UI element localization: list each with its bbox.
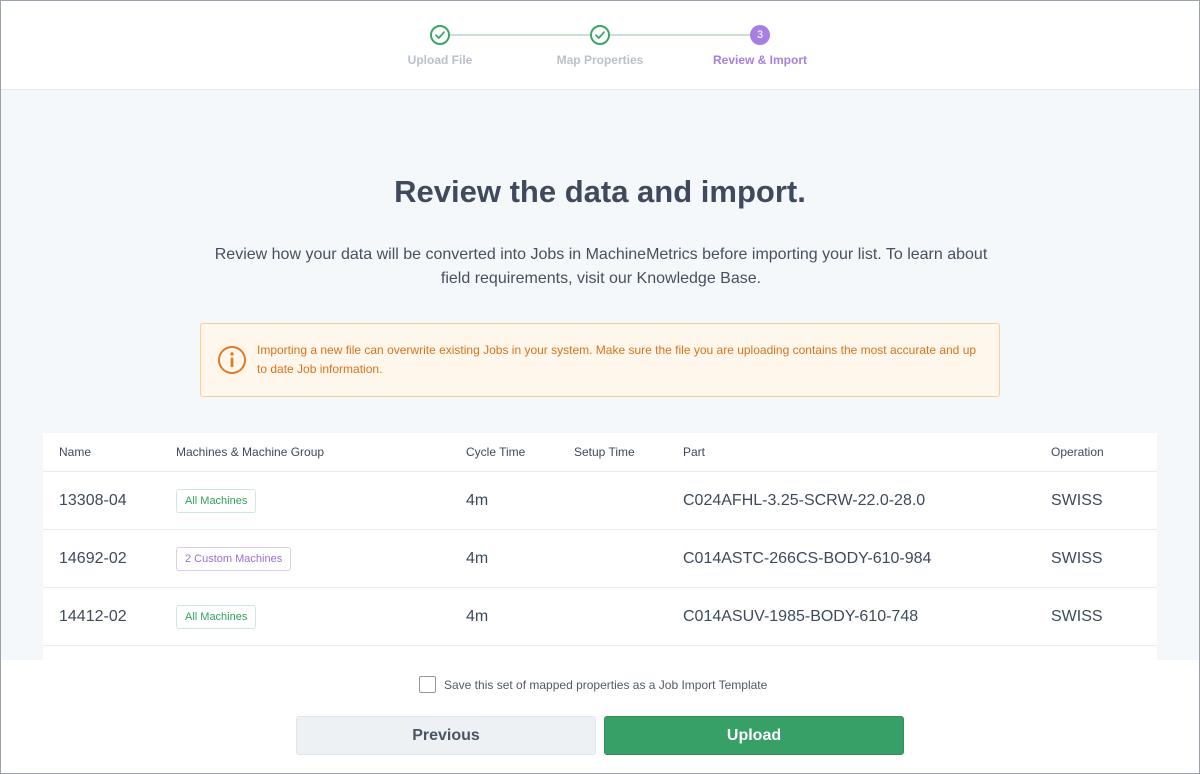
warning-text: Importing a new file can overwrite exist… [257,343,977,376]
machines-tag: All Machines [176,489,257,513]
column-header-part: Part [683,445,706,459]
step-label: Review & Import [712,53,808,67]
check-icon [590,25,610,45]
table-row: 14692-02 2 Custom Machines 4m C014ASTC-2… [43,530,1157,588]
column-header-name: Name [59,445,92,459]
job-import-window: Upload File Map Properties 3 Review & Im… [0,0,1200,774]
cycle-time: 4m [466,608,489,625]
save-template-option[interactable]: Save this set of mapped properties as a … [419,676,767,693]
column-header-machines: Machines & Machine Group [176,445,325,459]
operation: SWISS [1051,550,1103,567]
step-label: Map Properties [556,53,644,67]
operation: SWISS [1051,608,1103,625]
column-header-operation: Operation [1051,445,1104,459]
page-description: Review how your data will be converted i… [214,246,988,287]
info-icon [218,346,246,374]
save-template-checkbox[interactable] [419,676,436,693]
part: C024AFHL-3.25-SCRW-22.0-28.0 [683,492,926,509]
check-icon [430,25,450,45]
step-label: Upload File [407,53,473,67]
previous-button[interactable]: Previous [296,716,596,755]
step-map-properties[interactable]: Map Properties [520,25,680,67]
review-content: Review the data and import. Review how y… [1,90,1199,660]
step-upload-file[interactable]: Upload File [360,25,520,67]
part: C014ASTC-266CS-BODY-610-984 [683,550,932,567]
footer-actions: Save this set of mapped properties as a … [1,660,1199,773]
upload-button[interactable]: Upload [604,716,904,755]
step-review-import: 3 Review & Import [680,25,840,67]
jobs-preview-table: Name Machines & Machine Group Cycle Time… [43,433,1157,660]
cycle-time: 4m [466,550,489,567]
table-header: Name Machines & Machine Group Cycle Time… [43,433,1157,472]
cycle-time: 4m [466,492,489,509]
page-title: Review the data and import. [394,174,806,209]
step-number-badge: 3 [750,25,770,45]
table-row: 13308-04 All Machines 4m C024AFHL-3.25-S… [43,472,1157,530]
job-name: 14692-02 [59,550,127,567]
table-row: 14412-02 All Machines 4m C014ASUV-1985-B… [43,588,1157,646]
job-name: 13308-04 [59,492,127,509]
overwrite-warning: Importing a new file can overwrite exist… [200,323,1000,397]
job-name: 14412-02 [59,608,127,625]
part: C014ASUV-1985-BODY-610-748 [683,608,919,625]
import-stepper: Upload File Map Properties 3 Review & Im… [1,1,1199,90]
machines-tag: All Machines [176,605,257,629]
operation: SWISS [1051,492,1103,509]
column-header-cycle-time: Cycle Time [466,445,526,459]
machines-tag: 2 Custom Machines [176,547,292,571]
column-header-setup-time: Setup Time [574,445,635,459]
save-template-label[interactable]: Save this set of mapped properties as a … [444,678,767,692]
